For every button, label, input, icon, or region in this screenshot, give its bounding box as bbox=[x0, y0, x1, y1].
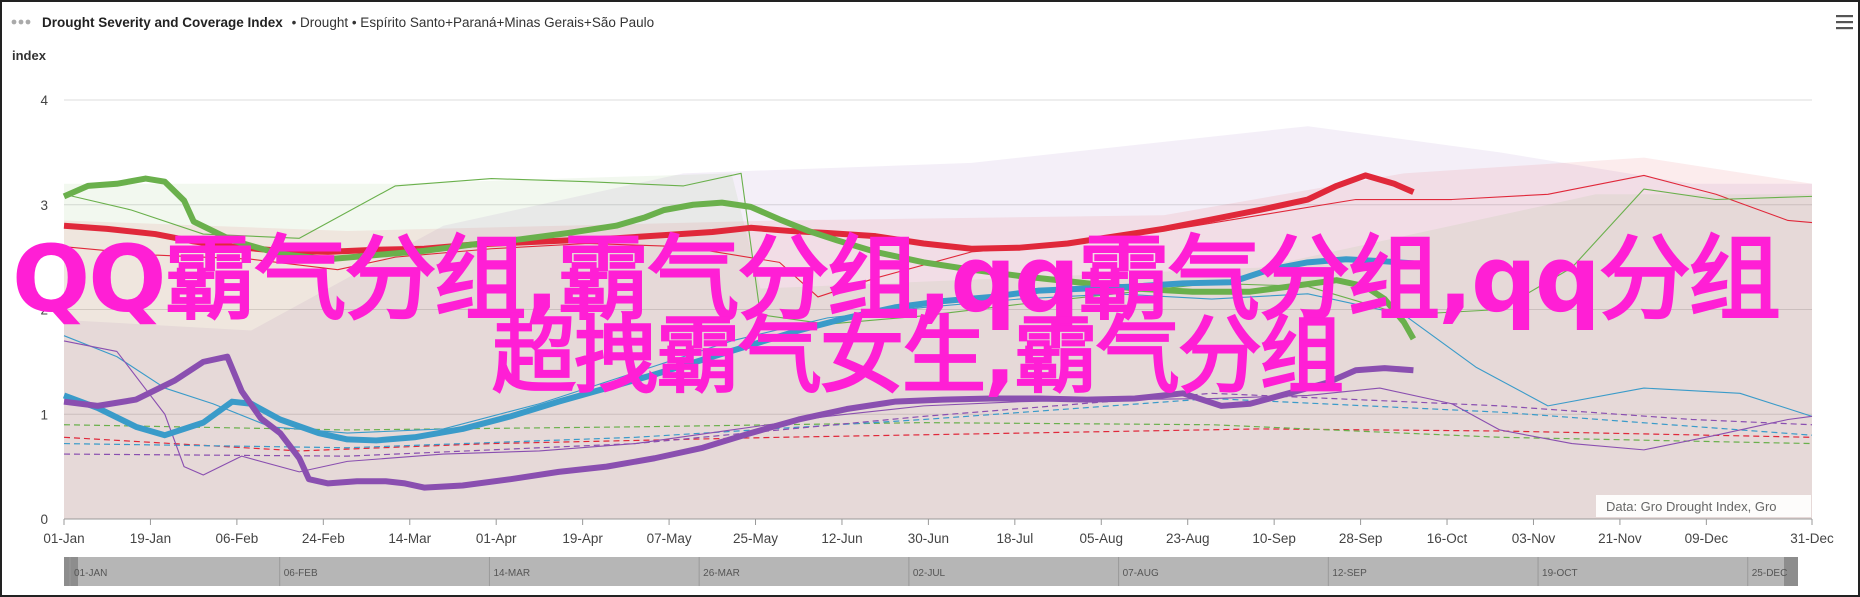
credit-box: Data: Gro Drought Index, Gro bbox=[1596, 495, 1811, 517]
svg-text:Drought Severity and Coverage: Drought Severity and Coverage Index • Dr… bbox=[42, 15, 654, 30]
navigator-label: 25-DEC bbox=[1752, 568, 1788, 579]
chart-header: Drought Severity and Coverage Index • Dr… bbox=[11, 15, 1853, 30]
x-ticks: 01-Jan 19-Jan 06-Feb 24-Feb 14-Mar 01-Apr 19-A… bbox=[43, 518, 1834, 546]
x-tick-label: 25-May bbox=[733, 531, 778, 546]
chart-frame: Drought Severity and Coverage Index • Dr… bbox=[0, 0, 1860, 597]
x-tick-label: 12-Jun bbox=[821, 531, 862, 546]
drag-dots-icon[interactable] bbox=[11, 19, 31, 25]
x-tick-label: 30-Jun bbox=[908, 531, 949, 546]
navigator-label: 02-JUL bbox=[913, 568, 946, 579]
x-tick-label: 24-Feb bbox=[302, 531, 345, 546]
navigator-label: 12-SEP bbox=[1332, 568, 1367, 579]
chart-title: Drought Severity and Coverage Index bbox=[42, 15, 283, 30]
navigator-label: 01-JAN bbox=[74, 568, 107, 579]
navigator-label: 19-OCT bbox=[1542, 568, 1578, 579]
x-tick-label: 10-Sep bbox=[1252, 531, 1296, 546]
x-tick-label: 31-Dec bbox=[1790, 531, 1834, 546]
y-tick-label: 0 bbox=[40, 512, 48, 527]
navigator-label: 07-AUG bbox=[1123, 568, 1159, 579]
navigator-label: 06-FEB bbox=[284, 568, 318, 579]
navigator-label: 14-MAR bbox=[493, 568, 530, 579]
navigator-label: 26-MAR bbox=[703, 568, 740, 579]
x-tick-label: 01-Jan bbox=[43, 531, 84, 546]
overlay-text-line2: 超拽霸气女生,霸气分组 bbox=[492, 307, 1344, 405]
y-tick-label: 3 bbox=[40, 198, 48, 213]
x-tick-label: 19-Jan bbox=[130, 531, 171, 546]
x-tick-label: 28-Sep bbox=[1339, 531, 1383, 546]
x-tick-label: 21-Nov bbox=[1598, 531, 1642, 546]
navigator: 01-JAN 06-FEB 14-MAR 26-MAR 02-JUL 07-AUG 12-S… bbox=[64, 557, 1798, 586]
x-tick-label: 16-Oct bbox=[1427, 531, 1468, 546]
x-tick-label: 01-Apr bbox=[476, 531, 517, 546]
x-tick-label: 19-Apr bbox=[562, 531, 603, 546]
hamburger-menu-icon[interactable] bbox=[1836, 15, 1853, 30]
x-tick-label: 14-Mar bbox=[388, 531, 431, 546]
x-tick-label: 03-Nov bbox=[1512, 531, 1556, 546]
y-tick-label: 4 bbox=[40, 93, 48, 108]
y-axis-label: index bbox=[12, 48, 47, 63]
chart-subtitle: • Drought • Espírito Santo+Paraná+Minas … bbox=[292, 15, 655, 30]
x-tick-label: 06-Feb bbox=[215, 531, 258, 546]
x-tick-label: 07-May bbox=[647, 531, 692, 546]
x-tick-label: 18-Jul bbox=[996, 531, 1033, 546]
x-tick-label: 05-Aug bbox=[1080, 531, 1124, 546]
y-tick-label: 1 bbox=[40, 407, 48, 422]
x-tick-label: 09-Dec bbox=[1685, 531, 1729, 546]
data-credit: Data: Gro Drought Index, Gro bbox=[1606, 499, 1777, 514]
x-tick-label: 23-Aug bbox=[1166, 531, 1210, 546]
